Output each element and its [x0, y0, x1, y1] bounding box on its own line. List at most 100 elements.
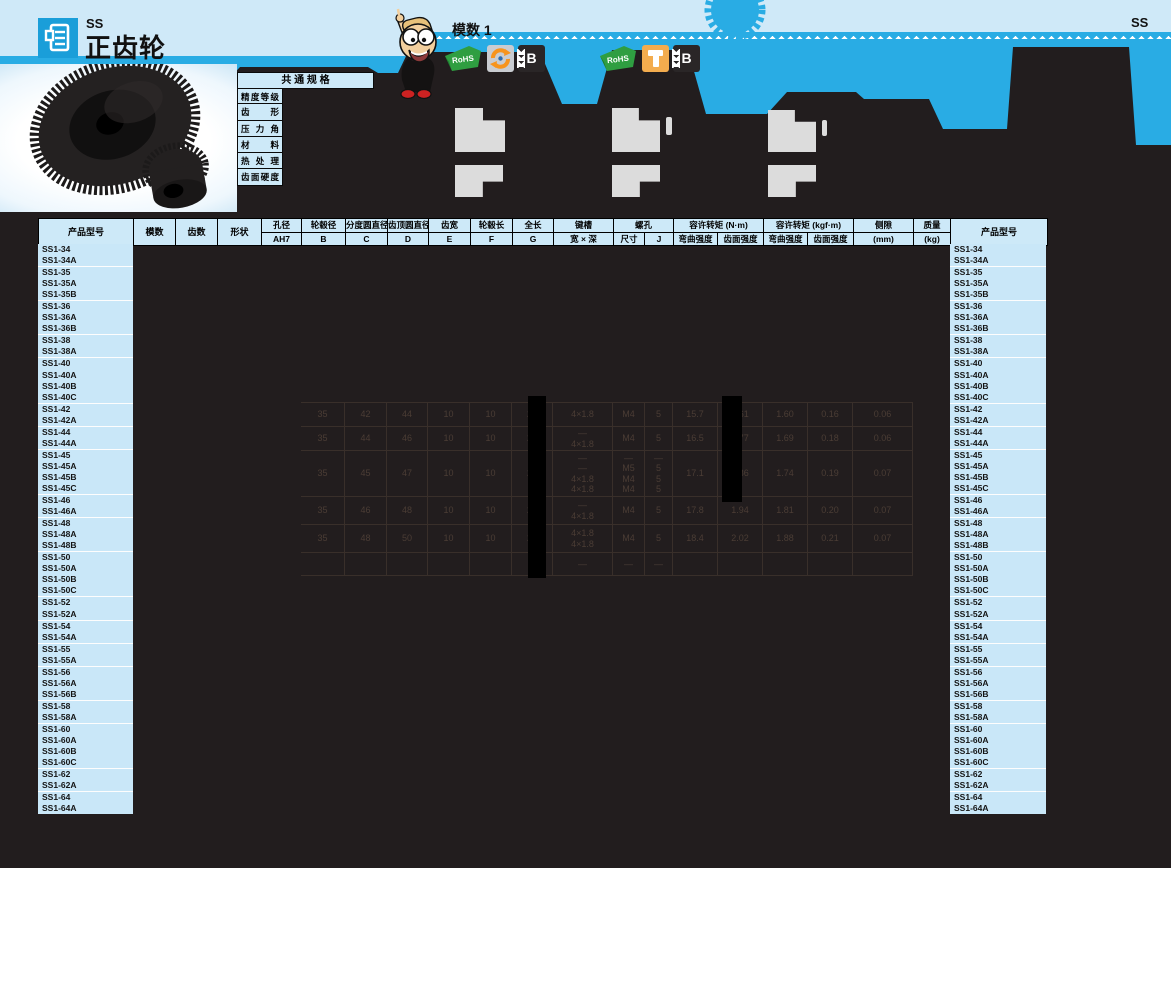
model-cell: SS1-56B: [38, 689, 133, 700]
column-label: 容许转矩 (N·m): [674, 219, 763, 232]
ghost-cell: M4: [613, 525, 645, 552]
ghost-cell: 42: [345, 403, 387, 426]
rohs-icon: RoHS: [443, 42, 483, 72]
model-group: SS1-54SS1-54A: [950, 621, 1046, 644]
ghost-cell: 10: [470, 427, 512, 450]
column-header: 产品型号: [39, 219, 134, 245]
model-group: SS1-62SS1-62A: [38, 769, 133, 792]
model-cell: SS1-52: [950, 597, 1046, 608]
column-sublabel: 宽 × 深: [554, 232, 613, 245]
column-sublabel: (kg): [914, 232, 950, 245]
ghost-cell: 46: [387, 427, 428, 450]
model-cell: SS1-48A: [950, 529, 1046, 540]
model-group: SS1-42SS1-42A: [950, 404, 1046, 427]
material-icon: [487, 45, 514, 72]
column-header: 齿宽E: [429, 219, 471, 245]
ghost-cell: 0.20: [808, 497, 853, 524]
model-cell: SS1-38: [38, 335, 133, 346]
model-cell: SS1-50: [38, 552, 133, 563]
ghost-cell: M4: [613, 427, 645, 450]
model-cell: SS1-34A: [38, 255, 133, 266]
model-cell: SS1-48: [950, 518, 1046, 529]
model-cell: SS1-50C: [38, 585, 133, 596]
model-cell: SS1-40C: [950, 392, 1046, 403]
catalog-page: RoHS B RoHS B: [0, 0, 1171, 1000]
model-cell: SS1-60A: [38, 735, 133, 746]
model-group: SS1-45SS1-45ASS1-45BSS1-45C: [950, 450, 1046, 495]
model-cell: SS1-60C: [38, 757, 133, 768]
column-label: 轮毂长: [471, 219, 512, 232]
ghost-cell: [673, 553, 718, 575]
model-cell: SS1-48B: [38, 540, 133, 551]
model-cell: SS1-50C: [950, 585, 1046, 596]
model-group: SS1-58SS1-58A: [950, 701, 1046, 724]
ghost-cell: M4: [613, 497, 645, 524]
model-cell: SS1-34: [950, 244, 1046, 255]
model-cell: SS1-50B: [950, 574, 1046, 585]
model-cell: SS1-35: [38, 267, 133, 278]
model-cell: SS1-45A: [950, 461, 1046, 472]
column-label: 齿数: [176, 219, 217, 245]
model-cell: SS1-45: [950, 450, 1046, 461]
model-group: SS1-60SS1-60ASS1-60BSS1-60C: [38, 724, 133, 769]
model-cell: SS1-62A: [950, 780, 1046, 791]
column-sublabel: G: [513, 232, 553, 245]
model-group: SS1-52SS1-52A: [38, 597, 133, 620]
ghost-cell: 10: [428, 427, 470, 450]
column-header: 孔径AH7: [262, 219, 302, 245]
ghost-cell: ——4×1.84×1.8: [553, 451, 613, 496]
model-cell: SS1-38A: [950, 346, 1046, 357]
model-cell: SS1-60: [38, 724, 133, 735]
models-right: SS1-34SS1-34ASS1-35SS1-35ASS1-35BSS1-36S…: [950, 244, 1046, 814]
model-cell: SS1-45B: [38, 472, 133, 483]
column-label: 齿顶圆直径: [388, 219, 428, 232]
model-cell: SS1-46A: [950, 506, 1046, 517]
model-cell: SS1-64A: [38, 803, 133, 814]
model-cell: SS1-50: [950, 552, 1046, 563]
rohs-icon: RoHS: [598, 42, 638, 72]
column-label: 容许转矩 (kgf·m): [764, 219, 853, 232]
model-cell: SS1-54: [950, 621, 1046, 632]
model-group: SS1-38SS1-38A: [38, 335, 133, 358]
ghost-cell: 46: [345, 497, 387, 524]
spec-label: 压力角: [237, 121, 283, 137]
model-cell: SS1-40A: [950, 370, 1046, 381]
ghost-cell: 35: [301, 497, 345, 524]
ghost-row: 3548501010204×1.84×1.8M4518.42.021.880.2…: [301, 525, 913, 553]
model-cell: SS1-36: [950, 301, 1046, 312]
model-cell: SS1-35A: [38, 278, 133, 289]
model-group: SS1-50SS1-50ASS1-50BSS1-50C: [38, 552, 133, 597]
ghost-cell: 35: [301, 451, 345, 496]
ghost-cell: 48: [387, 497, 428, 524]
b-badge-label: B: [681, 50, 691, 66]
model-cell: SS1-54A: [950, 632, 1046, 643]
spec-label: 材料: [237, 137, 283, 153]
ghost-cell: 44: [345, 427, 387, 450]
model-cell: SS1-55: [950, 644, 1046, 655]
ghost-cell: [301, 553, 345, 575]
ghost-row: ———: [301, 553, 913, 576]
black-strip: [722, 396, 742, 502]
model-group: SS1-35SS1-35ASS1-35B: [38, 267, 133, 301]
ghost-cell: [853, 553, 913, 575]
ghost-cell: 0.07: [853, 451, 913, 496]
ghost-cell: 5: [645, 497, 673, 524]
ghost-cell: [718, 553, 763, 575]
model-cell: SS1-42: [38, 404, 133, 415]
backlash-b-icon: B: [518, 45, 545, 72]
model-group: SS1-56SS1-56ASS1-56B: [950, 667, 1046, 701]
column-sublabel: J: [645, 233, 673, 246]
model-group: SS1-55SS1-55A: [950, 644, 1046, 667]
model-group: SS1-50SS1-50ASS1-50BSS1-50C: [950, 552, 1046, 597]
model-cell: SS1-36B: [38, 323, 133, 334]
model-cell: SS1-56A: [950, 678, 1046, 689]
model-cell: SS1-56A: [38, 678, 133, 689]
ghost-cell: 1.69: [763, 427, 808, 450]
model-cell: SS1-35B: [38, 289, 133, 300]
model-group: SS1-54SS1-54A: [38, 621, 133, 644]
column-sublabel: (mm): [854, 232, 913, 245]
model-cell: SS1-40A: [38, 370, 133, 381]
ghost-cell: 10: [470, 451, 512, 496]
ghost-row: 354446101020—4×1.8M4516.51.771.690.180.0…: [301, 427, 913, 451]
model-cell: SS1-55: [38, 644, 133, 655]
